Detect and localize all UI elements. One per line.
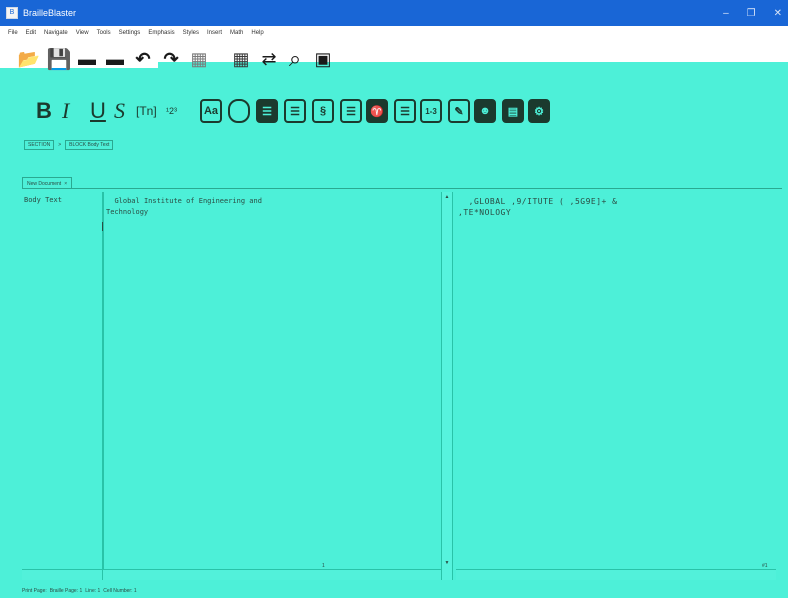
open-icon[interactable]: 📂 (18, 48, 40, 70)
breadcrumb-block[interactable]: BLOCK Body Text (65, 140, 114, 150)
box-line-button[interactable]: ☰ (340, 96, 362, 126)
menu-edit[interactable]: Edit (26, 30, 36, 36)
paragraph-button[interactable]: ☰ (394, 96, 416, 126)
menu-styles[interactable]: Styles (183, 30, 199, 36)
style-pane-scrollbar[interactable] (22, 569, 102, 580)
menu-insert[interactable]: Insert (207, 30, 222, 36)
list-button[interactable]: ☰ (284, 96, 306, 126)
breadcrumb-section[interactable]: SECTION (24, 140, 55, 150)
clipboard-button[interactable]: ▤ (502, 96, 524, 126)
aa-icon: Aa (200, 99, 222, 123)
underline-button[interactable]: U (90, 96, 106, 126)
status-cell-number: Cell Number: 1 (103, 588, 137, 594)
scroll-down-arrow-icon[interactable]: ▼ (442, 560, 452, 566)
translate-icon[interactable]: ⇄ (258, 48, 280, 70)
menu-settings[interactable]: Settings (119, 30, 141, 36)
italic-button[interactable]: I (62, 96, 69, 126)
window-controls: – ❐ ✕ (723, 0, 782, 26)
text-caret (102, 222, 103, 231)
script-button[interactable]: S (114, 96, 125, 126)
menu-tools[interactable]: Tools (97, 30, 111, 36)
mask-button[interactable]: ☻ (474, 96, 496, 126)
status-print-page: Print Page: (22, 588, 47, 594)
status-bar: Print Page: Braille Page: 1 Line: 1 Cell… (0, 584, 788, 598)
undo-icon[interactable]: ↶ (132, 48, 154, 70)
print-pane-vscrollbar[interactable]: ▲ ▼ (441, 192, 453, 580)
menu-math[interactable]: Math (230, 30, 243, 36)
image-icon[interactable]: ▦ (188, 48, 210, 70)
braille-view-pane[interactable]: ,GLOBAL ,9/ITUTE ( ,5G9E]+ & ,TE*NOLOGY (456, 192, 776, 580)
find-icon[interactable]: ⌕ (284, 46, 306, 71)
numbering-button[interactable]: 1-3 (420, 96, 442, 126)
tab-label: New Document (27, 180, 62, 187)
tab-close-icon[interactable]: × (64, 181, 67, 187)
heading-icon: ☰ (256, 99, 278, 123)
mask-icon: ☻ (474, 99, 496, 123)
app-window: B BrailleBlaster – ❐ ✕ File Edit Navigat… (0, 0, 788, 598)
maximize-icon[interactable]: ❐ (747, 8, 756, 19)
menu-emphasis[interactable]: Emphasis (148, 30, 174, 36)
guide-word-icon: ♈ (366, 99, 388, 123)
style-pane[interactable]: Body Text (22, 192, 103, 580)
print-text[interactable]: Global Institute of Engineering and Tech… (106, 196, 426, 218)
window-title: BrailleBlaster (23, 8, 77, 18)
print-icon[interactable]: ▬ (76, 48, 98, 70)
menu-file[interactable]: File (8, 30, 18, 36)
clipboard-icon: ▤ (502, 99, 524, 123)
title-bar: B BrailleBlaster – ❐ ✕ (0, 0, 788, 26)
print-pane-hscrollbar[interactable] (103, 569, 441, 580)
paragraph-icon: ☰ (394, 99, 416, 123)
menu-bar: File Edit Navigate View Tools Settings E… (0, 26, 788, 40)
table-icon[interactable]: ▦ (230, 48, 252, 70)
style-name: Body Text (24, 196, 62, 204)
poetry-button[interactable]: § (312, 96, 334, 126)
preview-icon[interactable]: ▣ (312, 48, 334, 70)
edit-button[interactable]: ✎ (448, 96, 470, 126)
heading-button[interactable]: ☰ (256, 96, 278, 126)
list-icon: ☰ (284, 99, 306, 123)
minimize-icon[interactable]: – (723, 8, 729, 19)
save-icon[interactable]: 💾 (47, 48, 72, 71)
tab-divider (22, 188, 782, 189)
comment-icon (228, 99, 250, 123)
main-toolbar-overflow (158, 62, 788, 88)
status-line: Line: 1 (85, 588, 101, 594)
redo-icon[interactable]: ↷ (160, 48, 182, 70)
pencil-icon: ✎ (448, 99, 470, 123)
close-icon[interactable]: ✕ (774, 8, 782, 19)
case-button[interactable]: Aa (200, 96, 222, 126)
app-icon: B (6, 7, 18, 19)
numbering-icon: 1-3 (420, 99, 442, 123)
comment-button[interactable] (228, 96, 250, 126)
braille-pane-hscrollbar[interactable] (456, 569, 776, 580)
settings-doc-icon: ⚙ (528, 99, 550, 123)
settings-doc-button[interactable]: ⚙ (528, 96, 550, 126)
menu-help[interactable]: Help (251, 30, 263, 36)
breadcrumb-separator: > (58, 142, 62, 148)
superscript-button[interactable]: ¹2³ (166, 96, 177, 126)
emboss-icon[interactable]: ▬ (104, 48, 126, 70)
scroll-up-arrow-icon[interactable]: ▲ (442, 194, 452, 200)
menu-view[interactable]: View (76, 30, 89, 36)
status-braille-page: Braille Page: 1 (49, 588, 83, 594)
breadcrumb: SECTION > BLOCK Body Text (24, 140, 114, 150)
box-line-icon: ☰ (340, 99, 362, 123)
poetry-icon: § (312, 99, 334, 123)
braille-text[interactable]: ,GLOBAL ,9/ITUTE ( ,5G9E]+ & ,TE*NOLOGY (458, 196, 758, 218)
bold-button[interactable]: B (36, 96, 52, 126)
transcriber-note-button[interactable]: [Tn] (136, 96, 157, 126)
print-view-pane[interactable]: Global Institute of Engineering and Tech… (103, 192, 442, 580)
menu-navigate[interactable]: Navigate (44, 30, 68, 36)
guide-word-button[interactable]: ♈ (366, 96, 388, 126)
